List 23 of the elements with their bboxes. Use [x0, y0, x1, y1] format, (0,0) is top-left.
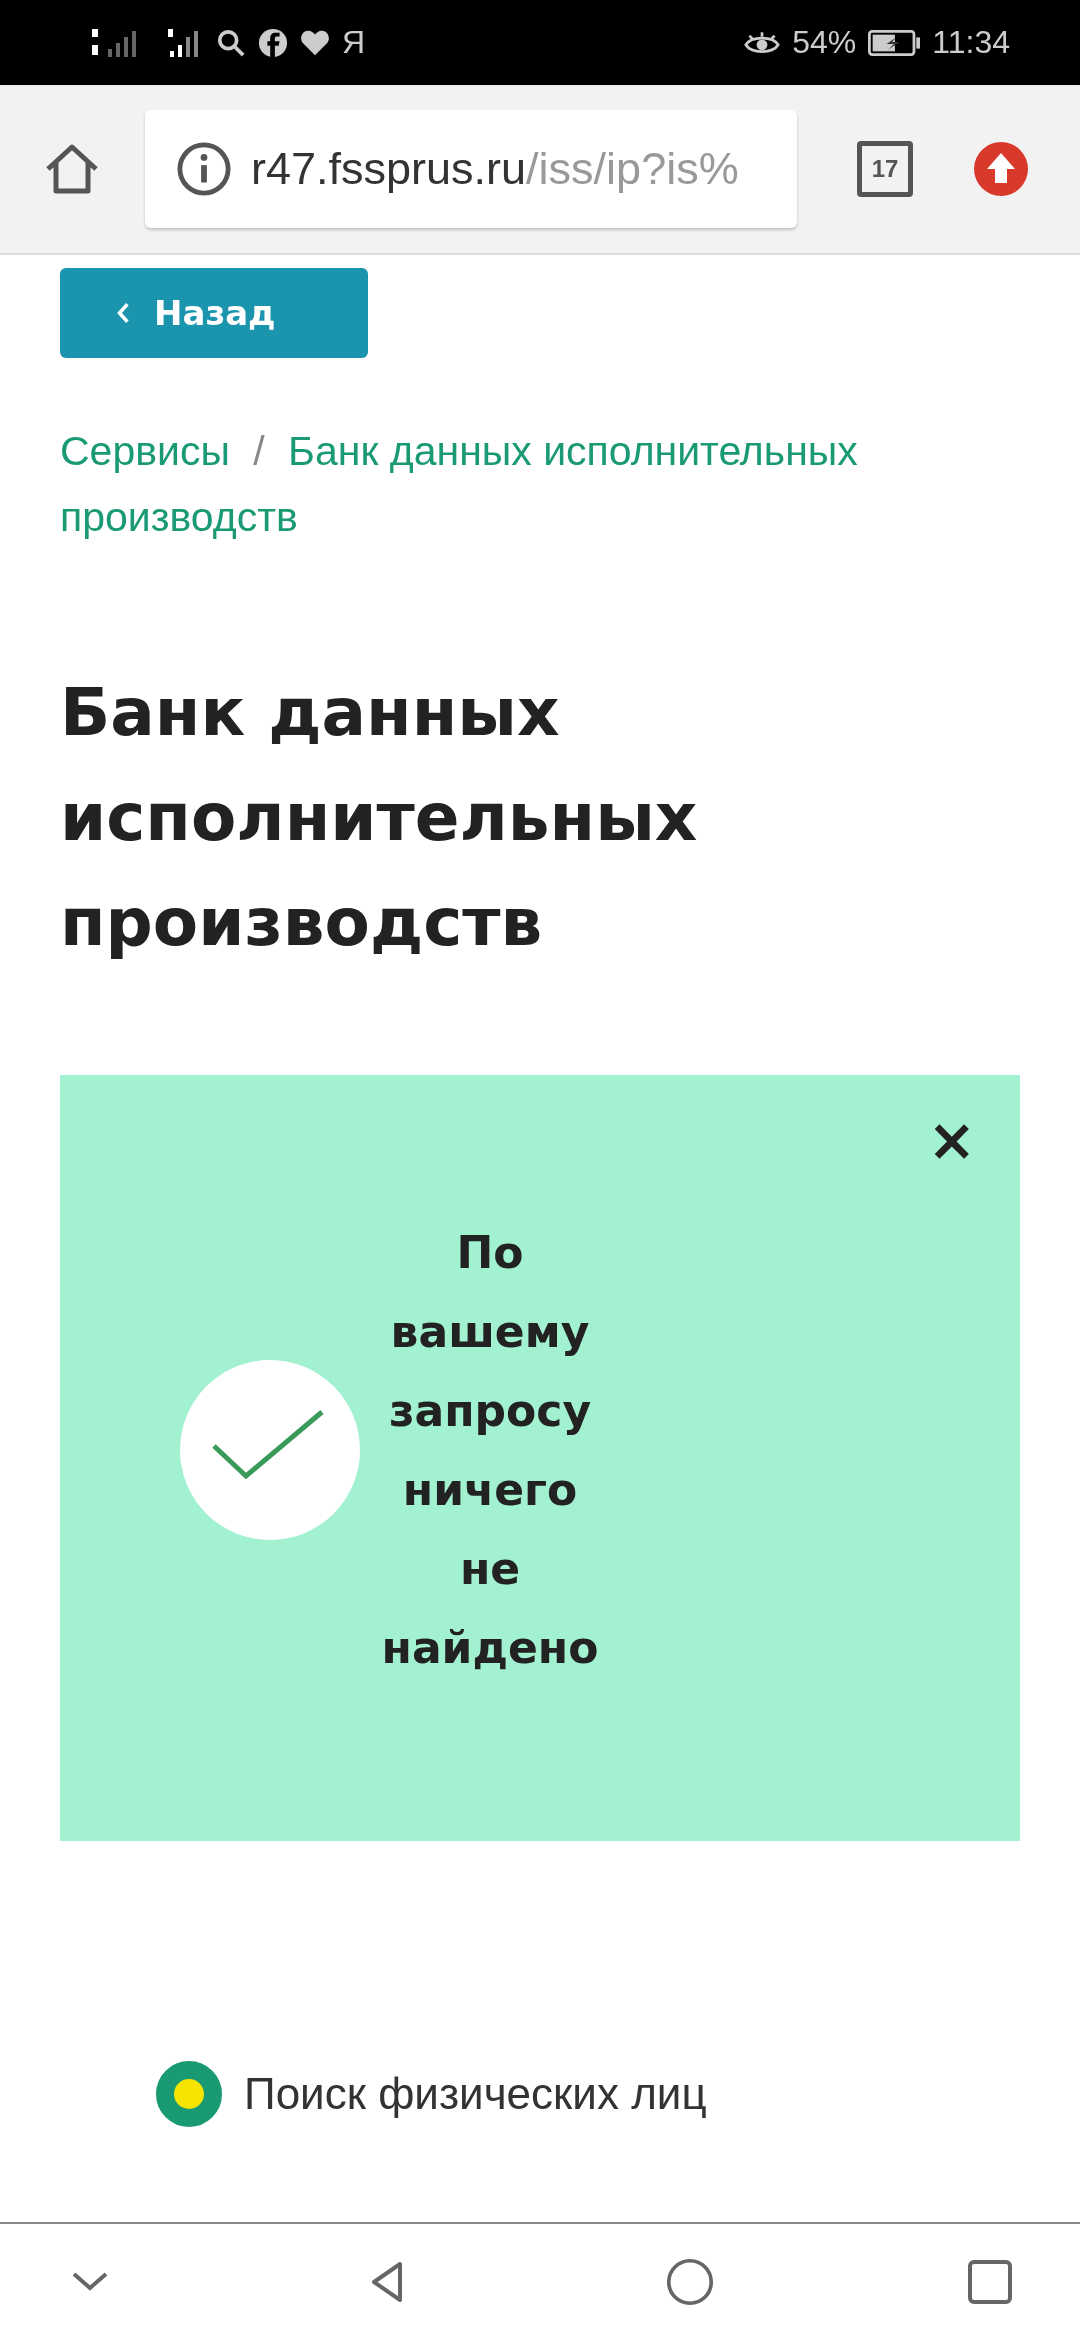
- back-button[interactable]: Назад: [60, 268, 368, 358]
- clock: 11:34: [932, 24, 1010, 61]
- info-icon: [177, 142, 231, 196]
- page-heading: Банк данных исполнительных производств: [60, 673, 699, 963]
- facebook-icon: [258, 27, 288, 58]
- url-text: r47.fssprus.ru/iss/ip?is%: [251, 143, 739, 195]
- home-icon[interactable]: [666, 2258, 714, 2306]
- battery-icon: [868, 29, 921, 56]
- breadcrumb-trail[interactable]: Сервисы / Банк данных исполнительных производств: [60, 418, 860, 550]
- home-icon[interactable]: [44, 143, 100, 195]
- search-icon: [216, 27, 246, 58]
- chevron-left-icon: [116, 301, 130, 325]
- upload-icon[interactable]: [973, 141, 1029, 197]
- address-field[interactable]: r47.fssprus.ru/iss/ip?is%: [145, 110, 797, 228]
- close-button[interactable]: ×: [927, 1111, 976, 1169]
- option-label[interactable]: Поиск физических лиц: [244, 2069, 707, 2119]
- tab-count-button[interactable]: 17: [857, 141, 913, 197]
- eye-icon: [744, 29, 781, 56]
- checkmark-icon: [180, 1360, 360, 1540]
- alert-message: По вашему запросу ничего не найдено: [380, 1226, 600, 1675]
- status-text: Я: [342, 24, 366, 61]
- battery-percent: 54%: [792, 24, 857, 61]
- recents-icon[interactable]: [966, 2258, 1014, 2306]
